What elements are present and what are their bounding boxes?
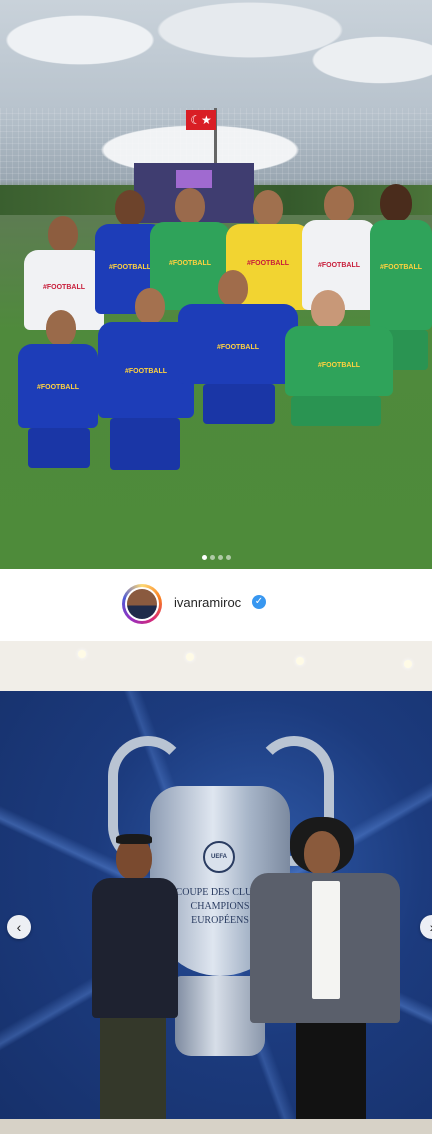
flag-emblem: ☾★ bbox=[190, 113, 212, 127]
player: #FOOTBALL bbox=[178, 270, 298, 490]
ceiling-light bbox=[404, 660, 412, 668]
avatar[interactable] bbox=[122, 584, 162, 624]
turkey-flag: ☾★ bbox=[186, 110, 216, 130]
player: #FOOTBALL bbox=[285, 290, 395, 510]
jersey-text: #FOOTBALL bbox=[318, 362, 360, 369]
jersey-text: #FOOTBALL bbox=[217, 344, 259, 351]
ceiling-light bbox=[186, 653, 194, 661]
carousel-dot[interactable] bbox=[209, 555, 215, 560]
ceiling bbox=[0, 641, 432, 696]
floor bbox=[0, 1119, 432, 1134]
player: #FOOTBALL bbox=[18, 310, 98, 530]
carousel-dot[interactable] bbox=[201, 555, 207, 560]
carousel-dot[interactable] bbox=[217, 555, 223, 560]
person-right bbox=[250, 817, 410, 1133]
team-group: #FOOTBALL #FOOTBALL #FOOTBALL #FOOTBALL … bbox=[0, 180, 432, 550]
jersey-text: #FOOTBALL bbox=[247, 260, 289, 267]
carousel-dot[interactable] bbox=[225, 555, 231, 560]
person-left bbox=[90, 834, 210, 1134]
jersey-text: #FOOTBALL bbox=[169, 260, 211, 267]
post-photo-team[interactable]: ☾★ #FOOTBALL #FOOTBALL #FOOTBALL #FOOTBA… bbox=[0, 0, 432, 569]
avatar-photo bbox=[127, 589, 157, 619]
jersey-text: #FOOTBALL bbox=[37, 384, 79, 391]
ceiling-light bbox=[78, 650, 86, 658]
jersey-text: #FOOTBALL bbox=[380, 264, 422, 271]
carousel-dots bbox=[0, 553, 432, 560]
verified-badge-icon: ✓ bbox=[252, 595, 266, 609]
username-link[interactable]: ivanramiroc bbox=[174, 595, 241, 610]
profile-row: ivanramiroc ✓ bbox=[0, 569, 432, 641]
ceiling-light bbox=[296, 657, 304, 665]
post-photo-trophy[interactable]: UEFA COUPE DES CLUBS CHAMPIONS EUROPÉENS… bbox=[0, 641, 432, 1134]
previous-image-button[interactable]: ‹ bbox=[7, 915, 31, 939]
jersey-text: #FOOTBALL bbox=[318, 262, 360, 269]
